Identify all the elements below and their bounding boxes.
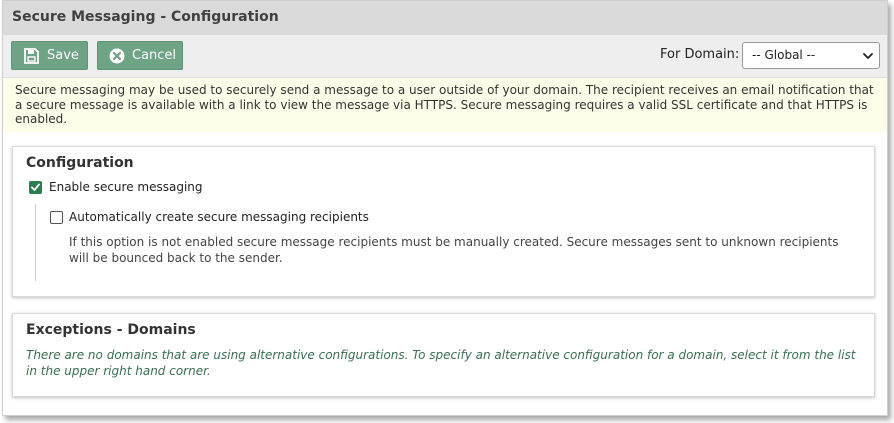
cancel-circle-icon [109, 48, 125, 64]
enable-secure-messaging-label[interactable]: Enable secure messaging [49, 180, 203, 194]
info-text: Secure messaging may be used to securely… [15, 83, 874, 126]
chevron-down-icon [863, 53, 873, 59]
exceptions-heading: Exceptions - Domains [26, 322, 196, 338]
exceptions-panel: Exceptions - Domains There are no domain… [12, 313, 875, 397]
window-title: Secure Messaging - Configuration [12, 9, 279, 25]
enable-secure-messaging-checkbox[interactable] [29, 181, 42, 194]
toolbar: Save Cancel For Domain: -- Global -- [3, 35, 887, 78]
indent-divider [35, 204, 36, 281]
exceptions-empty-text: There are no domains that are using alte… [26, 348, 856, 378]
info-banner: Secure messaging may be used to securely… [3, 78, 887, 132]
title-bar: Secure Messaging - Configuration [3, 1, 887, 35]
save-button-label: Save [47, 48, 79, 63]
domain-select[interactable]: -- Global -- [742, 42, 880, 69]
configuration-heading: Configuration [26, 155, 134, 171]
cancel-button[interactable]: Cancel [97, 41, 183, 70]
floppy-disk-icon [24, 48, 39, 64]
auto-create-recipients-checkbox[interactable] [50, 211, 63, 224]
auto-create-recipients-label[interactable]: Automatically create secure messaging re… [69, 210, 369, 224]
domain-label: For Domain: [660, 47, 740, 62]
checkmark-icon [31, 183, 40, 191]
configuration-panel: Configuration Enable secure messaging Au… [12, 146, 875, 297]
save-button[interactable]: Save [11, 41, 88, 70]
auto-create-help-text: If this option is not enabled secure mes… [69, 235, 839, 265]
cancel-button-label: Cancel [132, 48, 177, 63]
window: Secure Messaging - Configuration Save Ca… [2, 0, 888, 416]
domain-select-value: -- Global -- [752, 48, 816, 62]
